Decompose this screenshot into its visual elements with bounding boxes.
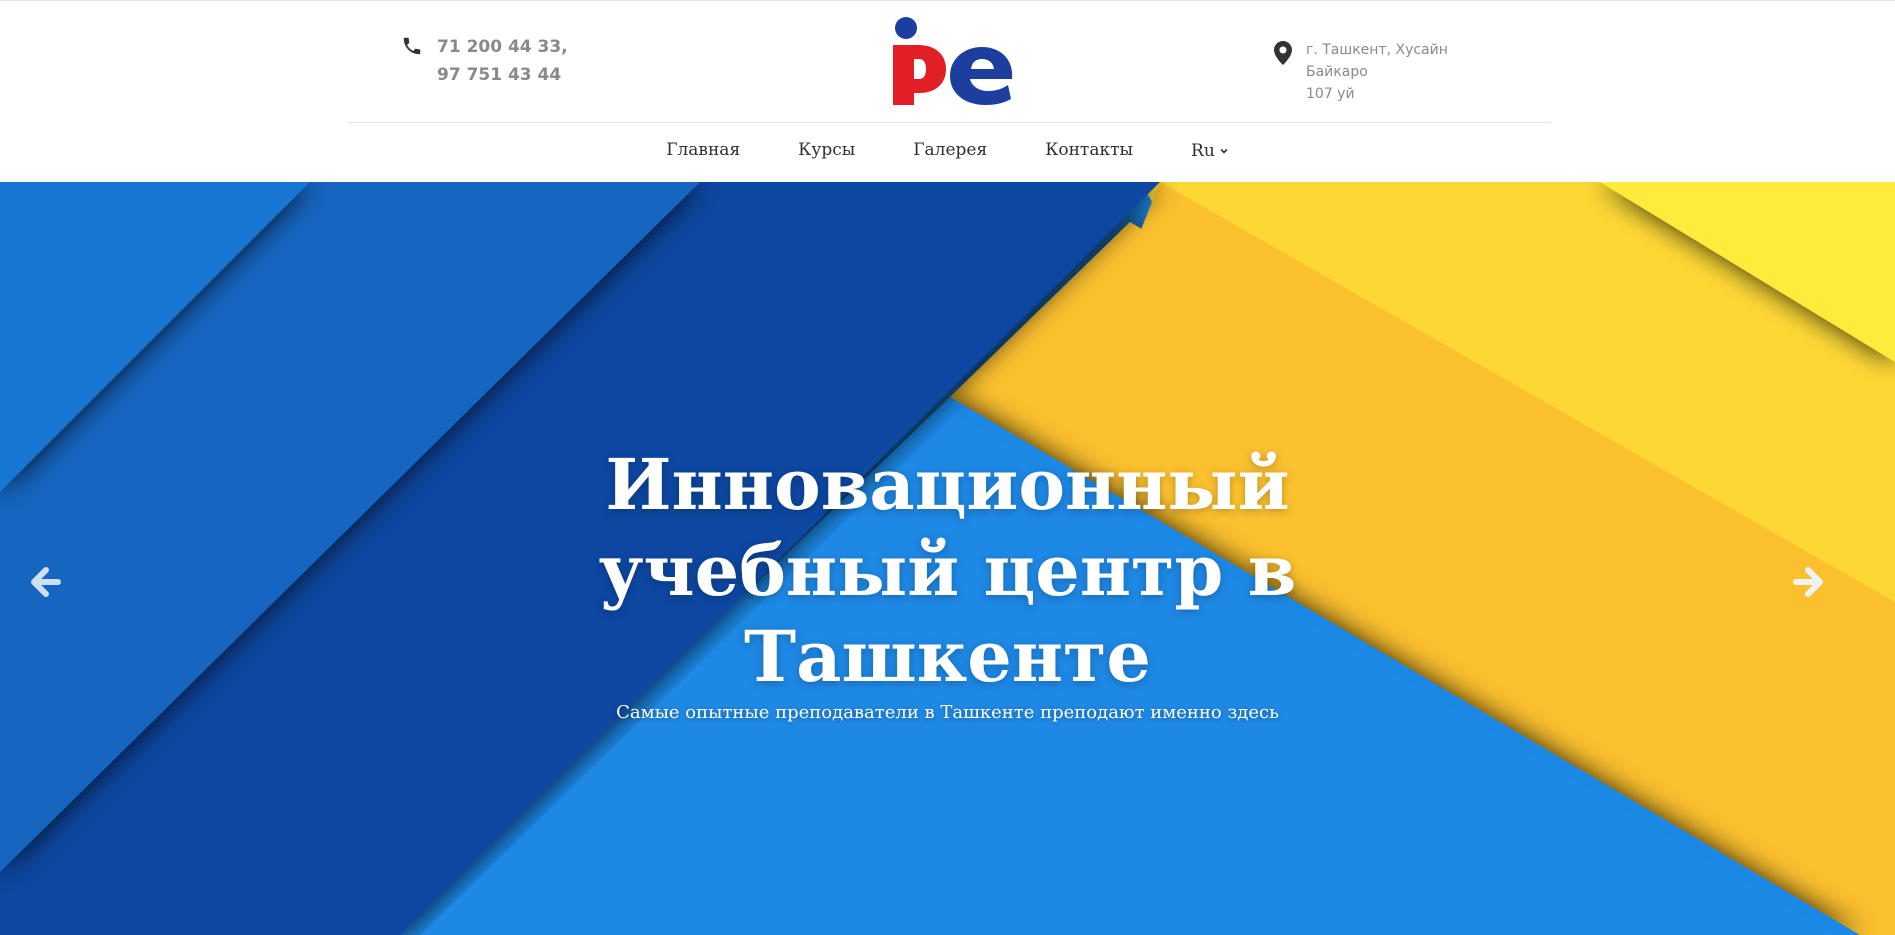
arrow-left-icon[interactable]: [24, 562, 64, 602]
address-line-1: г. Ташкент, Хусайн Байкаро: [1306, 42, 1448, 80]
phone-contact[interactable]: 71 200 44 33, 97 751 43 44: [401, 33, 568, 89]
site-header: 71 200 44 33, 97 751 43 44 г. Ташкент, Х…: [0, 0, 1895, 182]
language-selector[interactable]: Ru: [1162, 136, 1258, 166]
chevron-down-icon: [1220, 148, 1228, 154]
hero-slider: Инновационный учебный центр в Ташкенте С…: [0, 182, 1895, 935]
phone-icon: [403, 37, 421, 55]
address-contact: г. Ташкент, Хусайн Байкаро 107 уй: [1274, 39, 1506, 105]
nav-item-contacts[interactable]: Контакты: [1016, 136, 1162, 166]
hero-title: Инновационный учебный центр в Ташкенте: [0, 442, 1895, 700]
site-logo[interactable]: [884, 13, 1024, 109]
header-divider: [348, 122, 1550, 123]
phone-number-1[interactable]: 71 200 44 33,: [437, 33, 568, 61]
address-line-2: 107 уй: [1306, 86, 1355, 102]
nav-item-home[interactable]: Главная: [637, 136, 769, 166]
nav-item-courses[interactable]: Курсы: [769, 136, 884, 166]
hero-title-line-3: Ташкенте: [744, 615, 1151, 698]
main-nav: Главная Курсы Галерея Контакты Ru: [0, 136, 1895, 166]
arrow-right-icon[interactable]: [1790, 562, 1830, 602]
hero-title-line-2: учебный центр в: [598, 529, 1297, 612]
hero-title-line-1: Инновационный: [605, 443, 1290, 526]
hero-subtitle: Самые опытные преподаватели в Ташкенте п…: [616, 702, 1279, 723]
language-label: Ru: [1191, 141, 1215, 161]
map-pin-icon: [1274, 41, 1292, 65]
nav-item-gallery[interactable]: Галерея: [884, 136, 1016, 166]
phone-number-2[interactable]: 97 751 43 44: [437, 61, 568, 89]
